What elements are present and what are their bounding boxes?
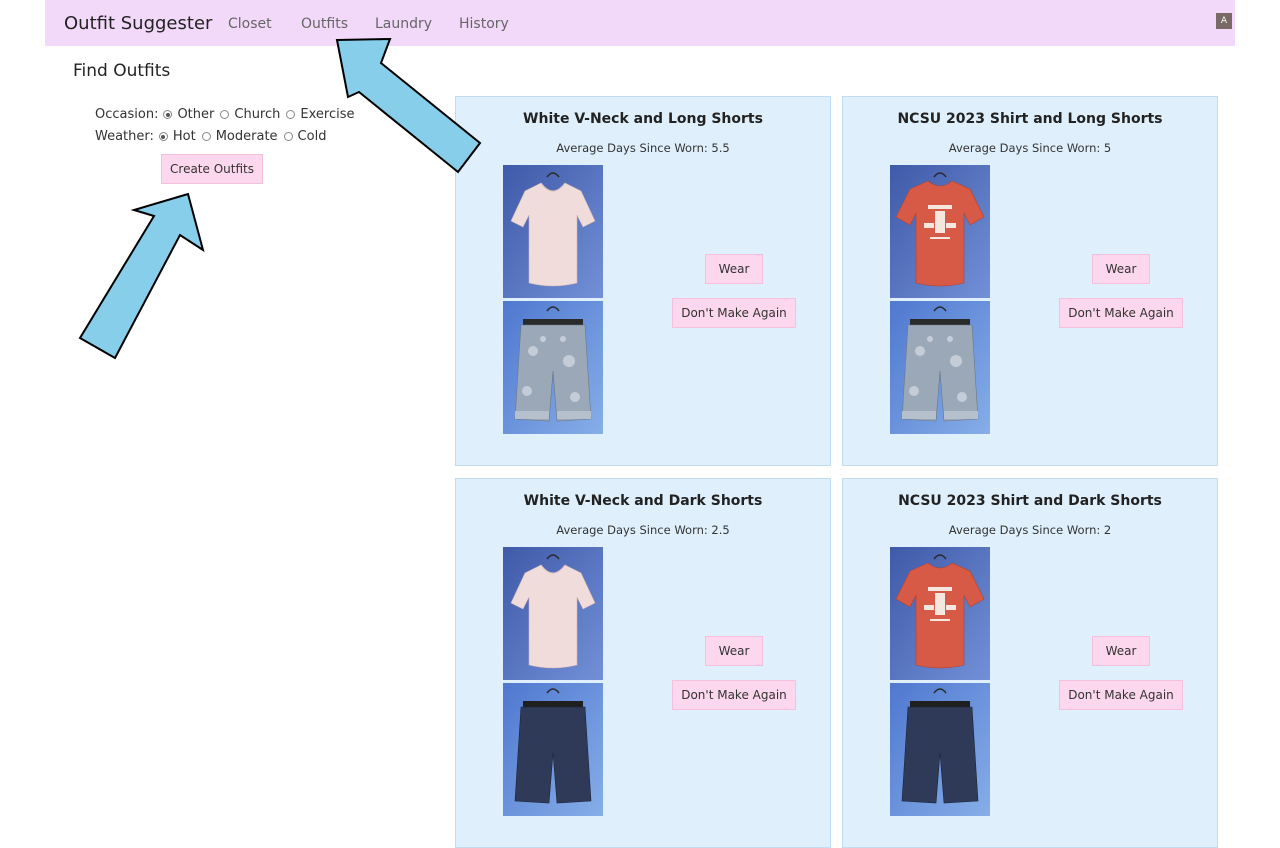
outfit-title: White V-Neck and Long Shorts — [523, 111, 763, 127]
weather-option-moderate[interactable]: Moderate — [201, 129, 278, 144]
avatar[interactable]: A — [1216, 13, 1232, 29]
occasion-label: Occasion: — [95, 107, 159, 122]
create-outfits-button[interactable]: Create Outfits — [161, 154, 263, 184]
arrow-to-create-button — [78, 192, 205, 360]
radio-icon[interactable] — [163, 110, 173, 119]
white-vneck-photo — [503, 547, 603, 680]
page-title: Find Outfits — [73, 61, 171, 81]
radio-icon[interactable] — [158, 132, 168, 141]
weather-label: Weather: — [95, 129, 154, 144]
dont-make-again-button[interactable]: Don't Make Again — [672, 298, 796, 328]
occasion-filter: Occasion: Other Church Exercise — [95, 107, 361, 122]
weather-option-hot[interactable]: Hot — [158, 129, 196, 144]
long-shorts-photo — [503, 301, 603, 434]
occasion-option-exercise[interactable]: Exercise — [286, 107, 355, 122]
radio-icon[interactable] — [220, 110, 230, 119]
weather-option-label: Hot — [172, 129, 196, 144]
white-vneck-photo — [503, 165, 603, 298]
wear-button[interactable]: Wear — [1092, 254, 1150, 284]
brand-title[interactable]: Outfit Suggester — [64, 13, 212, 34]
wear-button[interactable]: Wear — [1092, 636, 1150, 666]
occasion-option-label: Church — [234, 107, 281, 122]
weather-option-label: Moderate — [215, 129, 278, 144]
occasion-option-label: Exercise — [300, 107, 355, 122]
dont-make-again-button[interactable]: Don't Make Again — [1059, 680, 1183, 710]
weather-filter: Weather: Hot Moderate Cold — [95, 129, 332, 144]
dont-make-again-button[interactable]: Don't Make Again — [1059, 298, 1183, 328]
nav-link-history[interactable]: History — [459, 16, 509, 32]
occasion-option-label: Other — [177, 107, 215, 122]
wear-button[interactable]: Wear — [705, 254, 763, 284]
radio-icon[interactable] — [286, 110, 296, 119]
radio-icon[interactable] — [201, 132, 211, 141]
long-shorts-photo — [890, 301, 990, 434]
outfit-card: White V-Neck and Dark Shorts Average Day… — [455, 478, 831, 848]
dark-shorts-photo — [503, 683, 603, 816]
ncsu-shirt-photo — [890, 165, 990, 298]
weather-option-cold[interactable]: Cold — [283, 129, 327, 144]
outfit-card: NCSU 2023 Shirt and Long Shorts Average … — [842, 96, 1218, 466]
occasion-option-church[interactable]: Church — [220, 107, 280, 122]
average-days-label: Average Days Since Worn: 5 — [948, 141, 1112, 155]
nav-link-closet[interactable]: Closet — [228, 16, 272, 32]
occasion-option-other[interactable]: Other — [163, 107, 214, 122]
ncsu-shirt-photo — [890, 547, 990, 680]
radio-icon[interactable] — [283, 132, 293, 141]
average-days-label: Average Days Since Worn: 5.5 — [556, 141, 730, 155]
outfit-title: NCSU 2023 Shirt and Long Shorts — [897, 111, 1163, 127]
navbar: Outfit Suggester Closet Outfits Laundry … — [45, 0, 1235, 46]
outfit-title: NCSU 2023 Shirt and Dark Shorts — [898, 493, 1162, 509]
outfit-card: NCSU 2023 Shirt and Dark Shorts Average … — [842, 478, 1218, 848]
average-days-label: Average Days Since Worn: 2 — [948, 523, 1112, 537]
dont-make-again-button[interactable]: Don't Make Again — [672, 680, 796, 710]
dark-shorts-photo — [890, 683, 990, 816]
nav-link-outfits[interactable]: Outfits — [301, 16, 348, 32]
nav-link-laundry[interactable]: Laundry — [375, 16, 432, 32]
average-days-label: Average Days Since Worn: 2.5 — [556, 523, 730, 537]
outfit-card: White V-Neck and Long Shorts Average Day… — [455, 96, 831, 466]
weather-option-label: Cold — [297, 129, 327, 144]
wear-button[interactable]: Wear — [705, 636, 763, 666]
outfit-title: White V-Neck and Dark Shorts — [523, 493, 763, 509]
